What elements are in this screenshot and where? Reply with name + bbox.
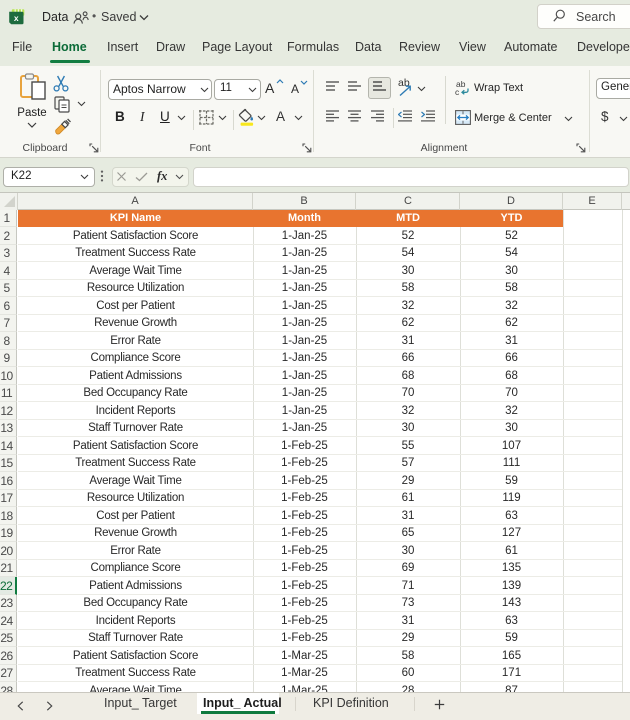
svg-text:x: x: [14, 13, 19, 23]
